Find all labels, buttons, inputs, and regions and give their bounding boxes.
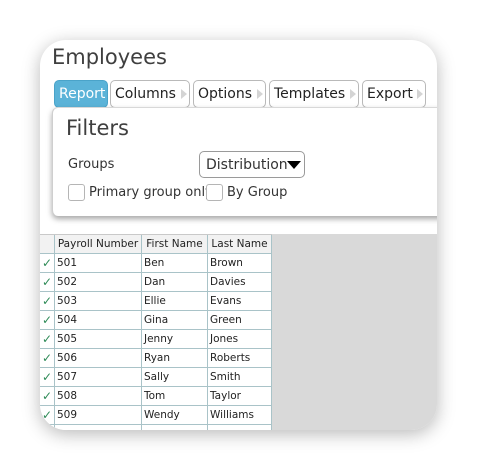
- tab-templates-label: Templates: [274, 86, 346, 102]
- page-title: Employees: [52, 45, 167, 69]
- empty-cell: [208, 425, 272, 430]
- row-checkbox[interactable]: ✓: [40, 273, 55, 292]
- first-name-cell: Ryan: [142, 349, 208, 368]
- tab-options[interactable]: Options: [193, 80, 266, 108]
- row-checkbox[interactable]: ✓: [40, 330, 55, 349]
- last-name-cell: Brown: [208, 254, 272, 273]
- primary-group-only-checkbox[interactable]: [68, 184, 85, 201]
- payroll-number-cell: 508: [55, 387, 142, 406]
- first-name-cell: Dan: [142, 273, 208, 292]
- last-name-cell: Smith: [208, 368, 272, 387]
- last-name-cell: Taylor: [208, 387, 272, 406]
- row-checkbox[interactable]: ✓: [40, 254, 55, 273]
- first-name-cell: Wendy: [142, 406, 208, 425]
- chevron-right-icon: [350, 89, 356, 99]
- chevron-right-icon: [257, 89, 263, 99]
- groups-select-value: Distribution: [206, 157, 288, 173]
- last-name-cell: Williams: [208, 406, 272, 425]
- payroll-number-cell: 502: [55, 273, 142, 292]
- last-name-cell: Davies: [208, 273, 272, 292]
- tab-templates[interactable]: Templates: [269, 80, 359, 108]
- payroll-number-cell: 506: [55, 349, 142, 368]
- first-name-cell: Sally: [142, 368, 208, 387]
- groups-label: Groups: [68, 157, 115, 172]
- payroll-number-cell: 505: [55, 330, 142, 349]
- row-checkbox[interactable]: ✓: [40, 311, 55, 330]
- chevron-right-icon: [417, 89, 423, 99]
- tab-report-label: Report: [59, 86, 106, 102]
- payroll-number-cell: 507: [55, 368, 142, 387]
- payroll-number-cell: 504: [55, 311, 142, 330]
- last-name-cell: Green: [208, 311, 272, 330]
- first-name-cell: Jenny: [142, 330, 208, 349]
- groups-select[interactable]: Distribution: [199, 151, 305, 178]
- payroll-number-cell: 501: [55, 254, 142, 273]
- first-name-cell: Tom: [142, 387, 208, 406]
- row-checkbox[interactable]: ✓: [40, 349, 55, 368]
- first-name-cell: Ellie: [142, 292, 208, 311]
- last-name-cell: Evans: [208, 292, 272, 311]
- row-checkbox[interactable]: ✓: [40, 292, 55, 311]
- employees-report-panel: Employees Report Columns Options Templat…: [40, 40, 437, 430]
- tab-export-label: Export: [367, 86, 413, 102]
- first-name-cell: Ben: [142, 254, 208, 273]
- by-group-label: By Group: [227, 185, 288, 200]
- primary-group-only-label: Primary group only: [89, 185, 213, 200]
- tab-export[interactable]: Export: [362, 80, 426, 108]
- column-header-first-name[interactable]: First Name: [142, 235, 208, 254]
- column-header-payroll-number[interactable]: Payroll Number: [55, 235, 142, 254]
- tab-columns-label: Columns: [115, 86, 176, 102]
- row-checkbox[interactable]: ✓: [40, 406, 55, 425]
- empty-cell: [55, 425, 142, 430]
- row-checkbox[interactable]: ✓: [40, 368, 55, 387]
- empty-cell: [142, 425, 208, 430]
- empty-cell: [40, 425, 55, 430]
- caret-down-icon: [287, 161, 301, 169]
- column-header-last-name[interactable]: Last Name: [208, 235, 272, 254]
- first-name-cell: Gina: [142, 311, 208, 330]
- tab-report[interactable]: Report: [54, 80, 108, 108]
- select-column-header: [40, 235, 55, 254]
- by-group-checkbox[interactable]: [206, 184, 223, 201]
- payroll-number-cell: 503: [55, 292, 142, 311]
- payroll-number-cell: 509: [55, 406, 142, 425]
- grid-empty-area: [272, 234, 437, 430]
- last-name-cell: Roberts: [208, 349, 272, 368]
- filters-panel: Filters Groups Distribution Primary grou…: [52, 107, 437, 216]
- last-name-cell: Jones: [208, 330, 272, 349]
- tab-columns[interactable]: Columns: [110, 80, 190, 108]
- filters-title: Filters: [66, 116, 129, 140]
- chevron-right-icon: [181, 89, 187, 99]
- tab-options-label: Options: [198, 86, 253, 102]
- row-checkbox[interactable]: ✓: [40, 387, 55, 406]
